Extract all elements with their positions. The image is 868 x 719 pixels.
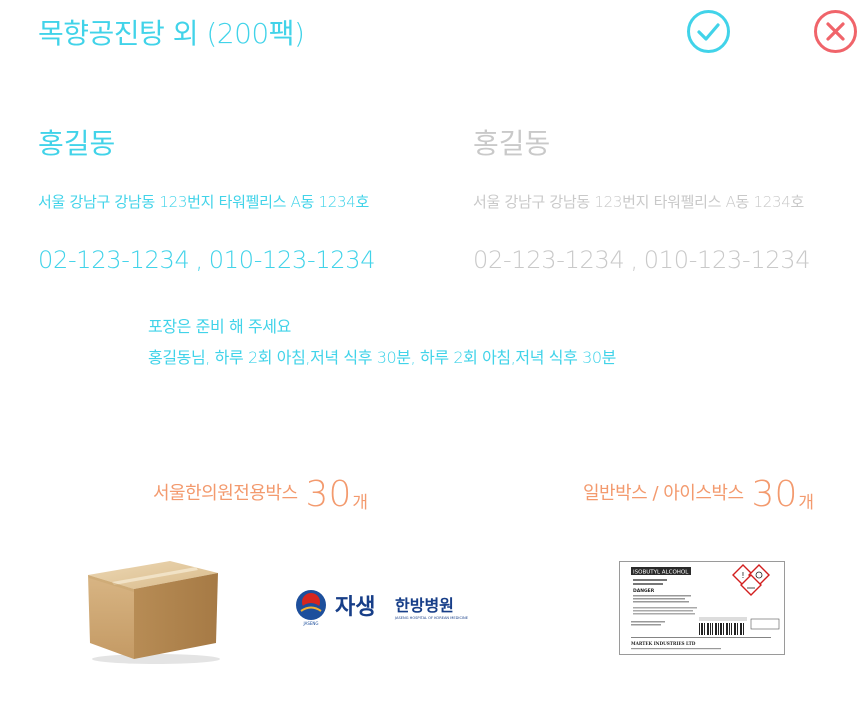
recipient-name: 홍길동 (38, 127, 116, 160)
sender-address: 서울 강남구 강남동 123번지 타워펠리스 A동 1234호 (473, 193, 804, 211)
phone-separator: , (630, 246, 638, 274)
cardboard-box-image (84, 555, 224, 671)
box-type-general: 일반박스 / 아이스박스 30개 (583, 474, 814, 515)
close-button[interactable] (813, 9, 858, 54)
box-label: 서울한의원전용박스 (153, 483, 298, 504)
hospital-logo: JASENG 자생 한방병원 JASENG HOSPITAL OF KOREAN… (295, 587, 475, 631)
sender-mobile: 010-123-1234 (643, 246, 811, 274)
recipient-mobile: 010-123-1234 (208, 246, 376, 274)
sender-phone-line: 02-123-1234, 010-123-1234 (473, 246, 811, 274)
box-type-hospital: 서울한의원전용박스 30개 (153, 474, 368, 515)
emblem-text: JASENG (302, 621, 318, 626)
logo-sub-text: 한방병원 (395, 596, 454, 615)
svg-text:!: ! (741, 571, 744, 580)
logo-tagline: JASENG HOSPITAL OF KOREAN MEDICINE (394, 616, 469, 620)
label-product: ISOBUTYL ALCOHOL (633, 570, 689, 576)
sender-name: 홍길동 (473, 127, 551, 160)
check-circle-icon (687, 10, 730, 53)
recipient-address: 서울 강남구 강남동 123번지 타워펠리스 A동 1234호 (38, 193, 369, 211)
memo-line-1: 포장은 준비 해 주세요 (148, 317, 291, 336)
x-circle-icon (814, 10, 857, 53)
box-unit: 개 (352, 493, 368, 513)
recipient-phone-line: 02-123-1234, 010-123-1234 (38, 246, 376, 274)
box-count: 30 (751, 474, 798, 515)
label-company: MARTEK INDUSTRIES LTD (631, 641, 696, 646)
shipping-label-image: ISOBUTYL ALCOHOL DANGER ! MARTEK INDUSTR… (619, 561, 785, 659)
page-title: 목향공진탕 외 (200팩) (38, 17, 305, 50)
recipient-phone: 02-123-1234 (38, 246, 190, 274)
label-hazard: DANGER (633, 588, 655, 594)
sender-phone: 02-123-1234 (473, 246, 625, 274)
box-count: 30 (305, 474, 352, 515)
logo-main-text: 자생 (335, 595, 375, 620)
box-unit: 개 (798, 493, 814, 513)
phone-separator: , (195, 246, 203, 274)
confirm-button[interactable] (686, 9, 731, 54)
box-label: 일반박스 / 아이스박스 (583, 483, 744, 504)
memo-line-2: 홍길동님, 하루 2회 아침,저녁 식후 30분, 하루 2회 아침,저녁 식후… (148, 348, 616, 367)
